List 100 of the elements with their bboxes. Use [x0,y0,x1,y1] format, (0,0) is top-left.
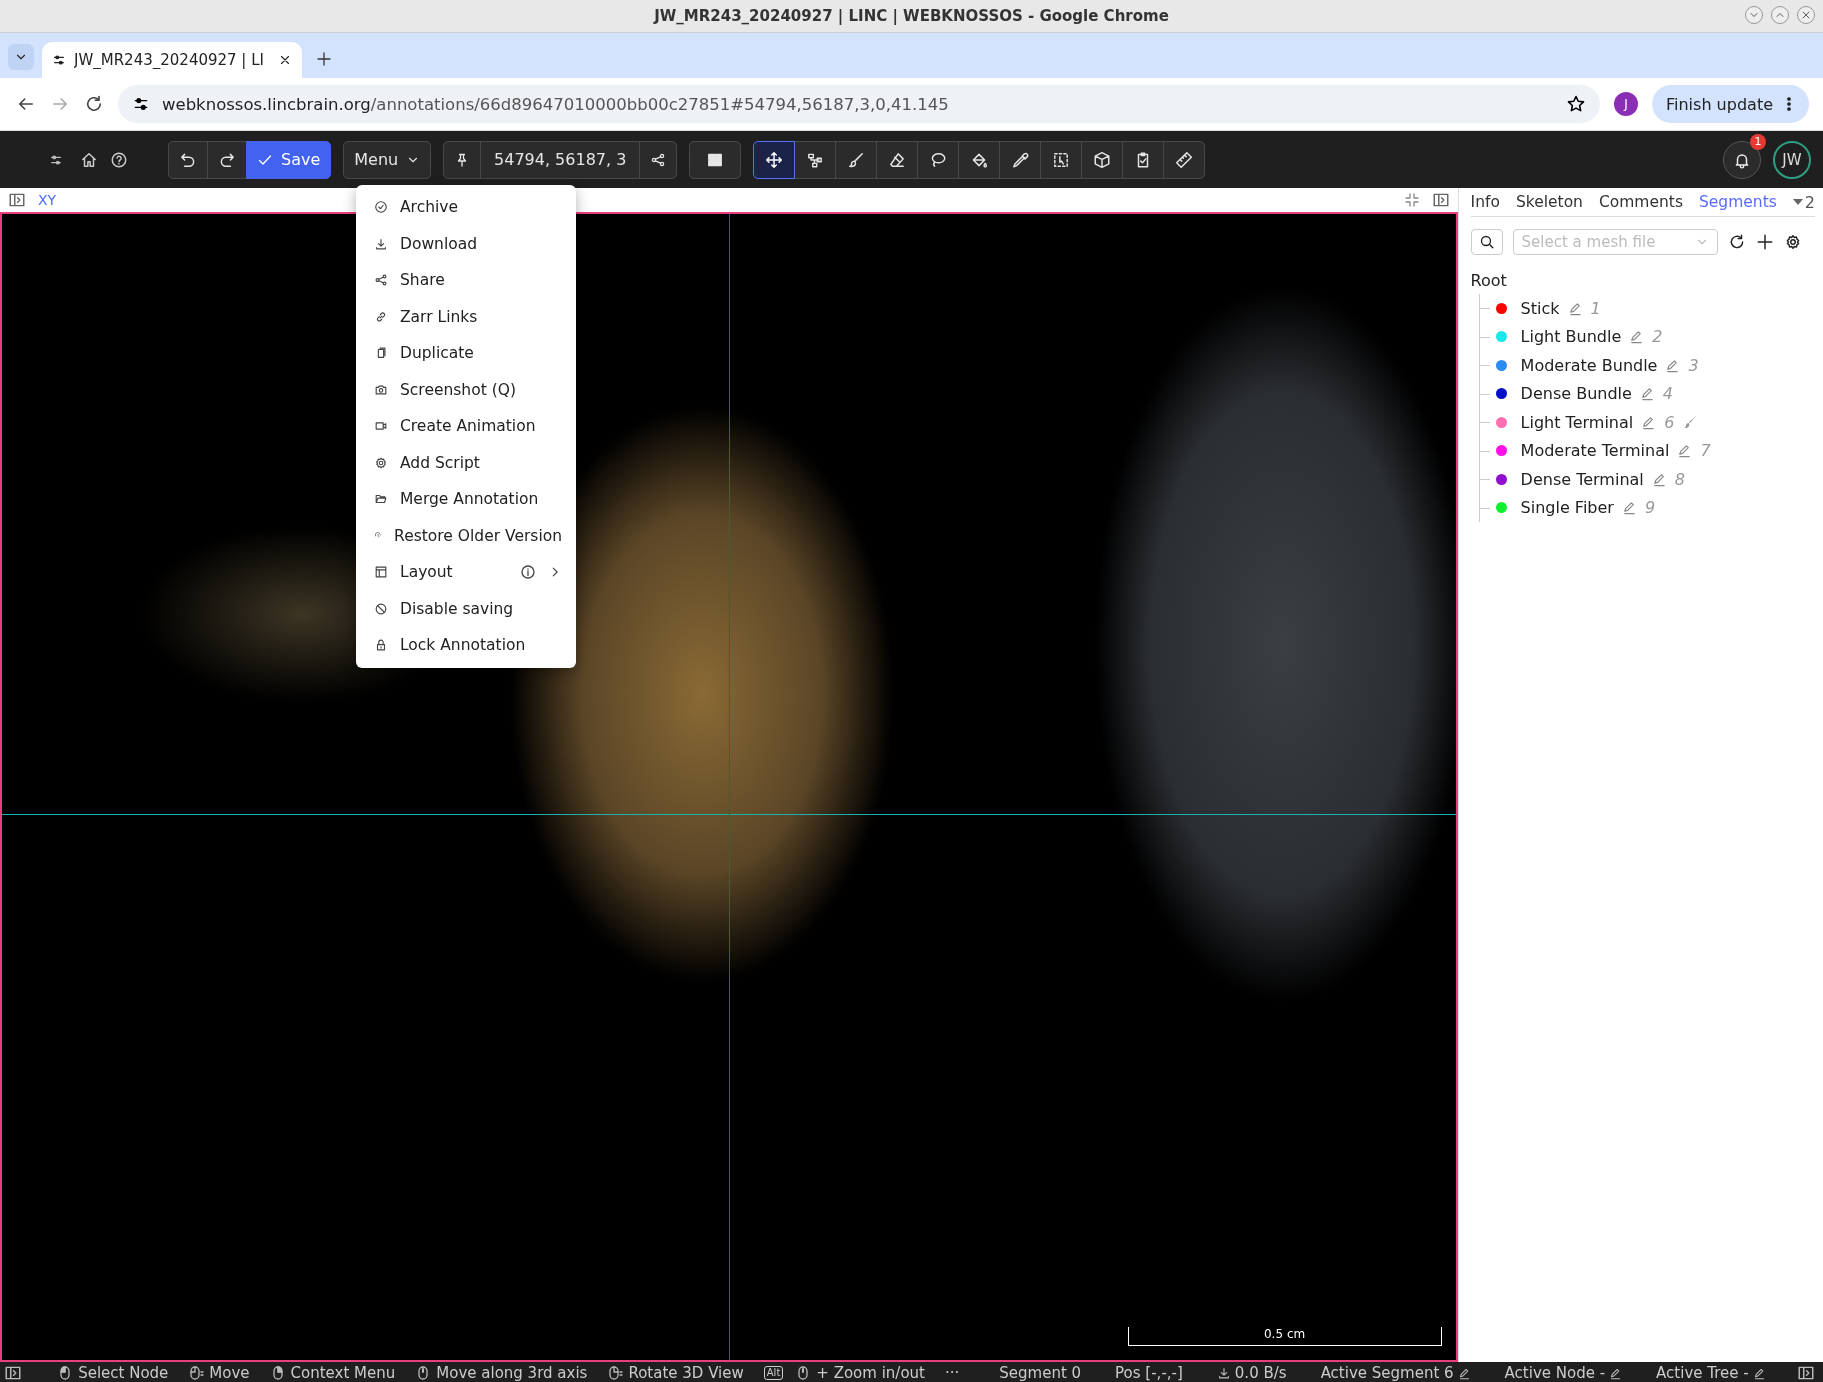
menu-item[interactable]: Zarr Links [356,298,576,335]
status-info: 0.0 B/s [1234,1364,1287,1382]
layout-button[interactable] [689,140,742,179]
finish-update-button[interactable]: Finish update [1652,85,1809,123]
edit-icon [1641,414,1657,430]
position-field[interactable]: 54794, 56187, 3 [480,140,641,179]
menu-item[interactable]: Lock Annotation [356,627,576,664]
add-button[interactable] [1755,233,1774,251]
edit-icon [1609,1366,1623,1380]
tool-button[interactable] [753,140,796,179]
help-button[interactable] [110,150,128,169]
toggle-panel-button[interactable] [1431,191,1450,209]
menu-item[interactable]: Share [356,262,576,299]
key-label: Alt [763,1366,784,1380]
tab-list-button[interactable] [8,44,34,70]
reload-icon [84,94,104,114]
panel-tab[interactable]: Comments [1598,193,1683,211]
panel-tab[interactable]: Segments [1699,193,1777,211]
sidebar-icon [1431,191,1450,209]
segment-id: 9 [1644,498,1656,518]
panel-tab[interactable]: Skeleton [1515,193,1583,211]
ruler-icon [1175,150,1194,169]
segment-name[interactable]: Single Fiber [1520,498,1614,518]
toggle-panel-button[interactable] [1797,1364,1815,1382]
segment-id: 2 [1652,327,1663,347]
redo-button[interactable] [207,140,247,179]
lock-icon [374,638,388,653]
close-button[interactable] [1797,6,1815,24]
plus-icon [1755,233,1774,251]
tool-button[interactable] [835,140,878,179]
segment-name[interactable]: Light Terminal [1520,412,1634,432]
status-info: Pos [-,-,-] [1115,1364,1183,1382]
segment-name[interactable]: Moderate Bundle [1520,355,1658,375]
toggle-sidebar-button[interactable] [8,191,26,209]
segment-name[interactable]: Dense Terminal [1520,469,1644,489]
tool-button[interactable] [1122,140,1165,179]
status-info: Segment 0 [999,1364,1082,1382]
segment-id: 4 [1662,384,1674,404]
reload-button[interactable] [84,94,104,114]
user-avatar[interactable]: JW [1773,140,1811,179]
scale-bar: 0.5 cm [1127,1327,1442,1346]
home-button[interactable] [80,150,98,169]
shortcut-hint: Select Node [78,1364,169,1382]
pin-button[interactable] [443,140,482,179]
more-hints[interactable]: ··· [944,1364,960,1382]
camera-icon [374,382,388,397]
tool-button[interactable] [876,140,919,179]
profile-avatar[interactable]: J [1614,92,1638,116]
compress-icon [1403,192,1420,208]
segment-name[interactable]: Stick [1520,298,1560,318]
segment-name[interactable]: Moderate Terminal [1520,441,1670,461]
tool-button[interactable] [1163,140,1206,179]
edit-icon [1629,329,1645,345]
edit-icon [1639,386,1655,402]
tree-root-label: Root [1470,271,1508,290]
more-tabs-button[interactable]: 2 [1792,192,1815,212]
menu-item[interactable]: Layout [356,554,576,591]
menu-item[interactable]: Duplicate [356,335,576,372]
panel-tab[interactable]: Info [1470,193,1500,211]
download-icon [1216,1366,1231,1380]
undo-button[interactable] [168,140,208,179]
menu-item[interactable]: Create Animation [356,408,576,445]
tool-button[interactable] [1040,140,1083,179]
menu-item[interactable]: Disable saving [356,590,576,627]
help-icon [110,150,128,169]
segment-id: 3 [1688,355,1699,375]
shortcut-hint: Rotate 3D View [628,1364,744,1382]
tool-button[interactable] [999,140,1042,179]
segment-name[interactable]: Light Bundle [1520,327,1622,347]
menu-button[interactable]: Menu [343,140,432,179]
mouse-icon [607,1365,624,1381]
shortcut-hint: Move [209,1364,250,1382]
link-icon [374,309,388,324]
shortcut-hint: Context Menu [290,1364,396,1382]
address-bar[interactable]: webknossos.lincbrain.org/annotations/66d89647010000bb00c27851#54794,56187,3,0,41.145 [118,85,1600,123]
segment-name[interactable]: Dense Bundle [1520,384,1632,404]
menu-item[interactable]: Add Script [356,444,576,481]
sidebar-icon [8,191,26,209]
share-icon [374,273,388,288]
save-button[interactable]: Save [246,140,332,179]
menu-item[interactable]: Merge Annotation [356,481,576,518]
search-button[interactable] [1470,229,1503,255]
cube-icon [1093,150,1112,169]
share-icon [650,151,667,168]
menu-item[interactable]: Archive [356,189,576,226]
share-button[interactable] [639,140,678,179]
tool-button[interactable] [794,140,837,179]
tool-button[interactable] [1081,140,1124,179]
menu-item[interactable]: Restore Older Version [356,517,576,554]
mouse-icon [188,1365,205,1381]
browser-tab[interactable]: JW_MR243_20240927 | LI [42,42,302,78]
move-arrows-icon [765,150,784,169]
menu-item[interactable]: Screenshot (Q) [356,371,576,408]
menu-item[interactable]: Download [356,225,576,262]
toggle-sidebar-button[interactable] [4,1364,22,1382]
tool-button[interactable] [958,140,1001,179]
tool-button[interactable] [917,140,960,179]
cursor-in-box-icon [1052,150,1071,169]
segment-id: 6 [1664,412,1675,432]
edit-icon [1677,443,1693,459]
